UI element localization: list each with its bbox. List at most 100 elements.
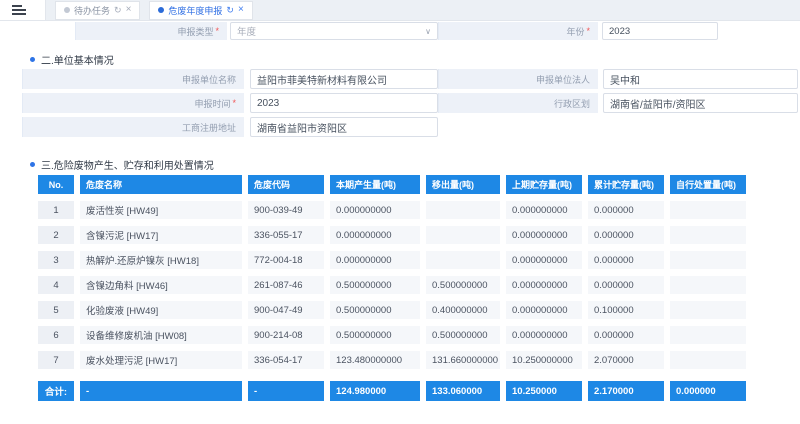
- table-cell: 化验废液 [HW49]: [80, 301, 242, 319]
- table-cell: 0.000000000: [506, 326, 582, 344]
- table-cell: 热解炉.还原炉镍灰 [HW18]: [80, 251, 242, 269]
- section-unit-info-title: 二.单位基本情况: [30, 53, 800, 65]
- table-cell: 131.660000000: [426, 351, 500, 369]
- total-cell: 0.000000: [670, 381, 746, 401]
- close-icon[interactable]: ×: [126, 5, 132, 15]
- table-header-cell: 累计贮存量(吨): [588, 175, 664, 194]
- text-input[interactable]: 2023: [250, 93, 438, 113]
- table-cell: 900-047-49: [248, 301, 324, 319]
- table-cell: 废水处理污泥 [HW17]: [80, 351, 242, 369]
- table-row: 6 设备维修废机油 [HW08] 900-214-08 0.500000000 0.50…: [38, 326, 800, 344]
- table-cell: [670, 326, 746, 344]
- table-cell: 336-054-17: [248, 351, 324, 369]
- table-header-cell: 本期产生量(吨): [330, 175, 420, 194]
- tab-label: 危废年度申报: [168, 4, 222, 17]
- bullet-icon: [30, 57, 35, 62]
- section-waste-title: 三.危险废物产生、贮存和利用处置情况: [30, 158, 800, 170]
- total-cell: 124.980000: [330, 381, 420, 401]
- table-cell: 0.000000: [588, 201, 664, 219]
- row-number-cell: 1: [38, 201, 74, 219]
- total-cell: 133.060000: [426, 381, 500, 401]
- form-row: 申报单位名称益阳市菲美特新材料有限公司申报单位法人吴中和: [22, 69, 800, 89]
- text-input[interactable]: 吴中和: [603, 69, 798, 89]
- row-number-cell: 3: [38, 251, 74, 269]
- tab-status-dot: [64, 7, 70, 13]
- table-cell: 0.000000: [588, 276, 664, 294]
- required-asterisk: *: [232, 98, 236, 108]
- table-cell: 0.000000000: [330, 201, 420, 219]
- table-cell: 0.500000000: [426, 326, 500, 344]
- waste-table: No.危废名称危废代码本期产生量(吨)移出量(吨)上期贮存量(吨)累计贮存量(吨…: [38, 175, 800, 369]
- table-cell: 0.000000000: [506, 201, 582, 219]
- table-cell: 900-214-08: [248, 326, 324, 344]
- text-input[interactable]: 益阳市菲美特新材料有限公司: [250, 69, 438, 89]
- tab-pending-tasks[interactable]: 待办任务 ↻ ×: [55, 1, 140, 20]
- table-header-row: No.危废名称危废代码本期产生量(吨)移出量(吨)上期贮存量(吨)累计贮存量(吨…: [38, 175, 800, 194]
- field-label: 行政区划: [438, 93, 598, 113]
- table-cell: 0.000000000: [330, 251, 420, 269]
- total-cell: -: [80, 381, 242, 401]
- table-cell: [426, 201, 500, 219]
- text-input[interactable]: 湖南省/益阳市/资阳区: [603, 93, 798, 113]
- close-icon[interactable]: ×: [238, 5, 244, 15]
- tab-status-dot: [158, 7, 164, 13]
- form-row: 申报时间* 2023行政区划湖南省/益阳市/资阳区: [22, 93, 800, 113]
- field-label: 申报类型 *: [75, 22, 227, 40]
- total-row: 合计:--124.980000133.06000010.2500002.1700…: [38, 381, 800, 401]
- text-input[interactable]: 湖南省益阳市资阳区: [250, 117, 438, 137]
- table-row: 7 废水处理污泥 [HW17] 336-054-17 123.480000000 131…: [38, 351, 800, 369]
- table-header-cell: 危废代码: [248, 175, 324, 194]
- table-cell: 0.000000000: [506, 301, 582, 319]
- table-cell: 0.500000000: [330, 326, 420, 344]
- table-row: 2含镍污泥 [HW17]336-055-170.0000000000.00000…: [38, 226, 800, 244]
- refresh-icon[interactable]: ↻: [114, 5, 122, 16]
- declare-type-row: 申报类型 * 年度 ∨ 年份 * 2023: [0, 22, 800, 40]
- field-label: 申报单位名称: [22, 69, 244, 89]
- tab-hazwaste-annual-report[interactable]: 危废年度申报 ↻ ×: [149, 1, 252, 20]
- refresh-icon[interactable]: ↻: [226, 5, 234, 16]
- form-row: 工商注册地址湖南省益阳市资阳区: [22, 117, 800, 137]
- table-header-cell: 危废名称: [80, 175, 242, 194]
- table-cell: 0.000000000: [506, 226, 582, 244]
- chevron-down-icon[interactable]: ∨: [425, 27, 431, 36]
- table-cell: 0.500000000: [330, 276, 420, 294]
- required-asterisk: *: [215, 26, 219, 36]
- year-input[interactable]: 2023: [602, 22, 718, 40]
- select-value: 年度: [237, 24, 256, 38]
- table-row: 1废活性炭 [HW49]900-039-490.0000000000.00000…: [38, 201, 800, 219]
- table-cell: 10.250000000: [506, 351, 582, 369]
- total-cell: -: [248, 381, 324, 401]
- row-number-cell: 5: [38, 301, 74, 319]
- bullet-icon: [30, 162, 35, 167]
- table-cell: [426, 251, 500, 269]
- table-cell: [670, 276, 746, 294]
- table-cell: 0.000000000: [330, 226, 420, 244]
- total-cell: 10.250000: [506, 381, 582, 401]
- table-cell: 0.000000: [588, 251, 664, 269]
- table-cell: 含镍边角料 [HW46]: [80, 276, 242, 294]
- row-number-cell: 2: [38, 226, 74, 244]
- table-cell: 0.400000000: [426, 301, 500, 319]
- table-cell: [670, 201, 746, 219]
- unit-info-form: 申报单位名称益阳市菲美特新材料有限公司申报单位法人吴中和申报时间* 2023行政区…: [22, 69, 800, 137]
- row-number-cell: 6: [38, 326, 74, 344]
- field-label: 年份 *: [438, 22, 598, 40]
- table-cell: 废活性炭 [HW49]: [80, 201, 242, 219]
- menu-toggle-icon[interactable]: [0, 0, 46, 20]
- tab-bar: 待办任务 ↻ × 危废年度申报 ↻ ×: [0, 0, 800, 21]
- row-number-cell: 7: [38, 351, 74, 369]
- field-label: 工商注册地址: [22, 117, 244, 137]
- table-cell: 0.000000: [588, 226, 664, 244]
- table-cell: 0.000000000: [506, 276, 582, 294]
- row-number-cell: 4: [38, 276, 74, 294]
- table-cell: [426, 226, 500, 244]
- table-cell: [670, 226, 746, 244]
- table-cell: 123.480000000: [330, 351, 420, 369]
- field-label: 申报时间*: [22, 93, 244, 113]
- declare-type-select[interactable]: 年度 ∨: [230, 22, 438, 40]
- table-cell: 设备维修废机油 [HW08]: [80, 326, 242, 344]
- table-cell: 0.000000000: [506, 251, 582, 269]
- total-label-cell: 合计:: [38, 381, 74, 401]
- table-cell: 2.070000: [588, 351, 664, 369]
- table-cell: [670, 351, 746, 369]
